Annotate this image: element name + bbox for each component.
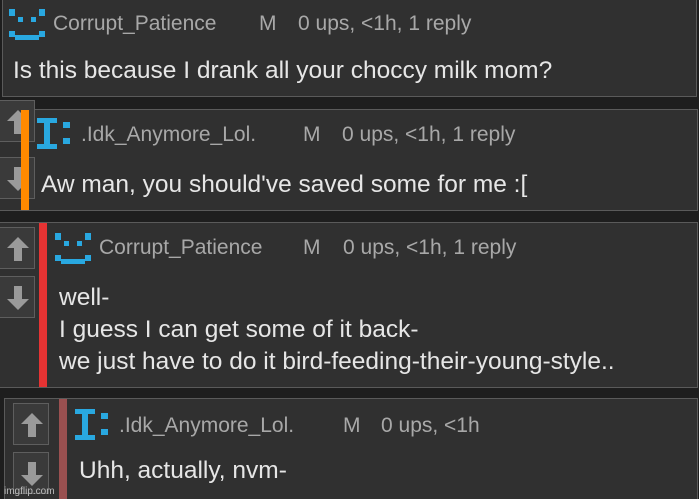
comment-line: I guess I can get some of it back- xyxy=(59,316,419,343)
comment-line: Is this because I drank all your choccy … xyxy=(13,57,553,84)
vote-controls xyxy=(13,399,49,499)
upvote-button[interactable] xyxy=(0,227,35,269)
i-colon-icon[interactable] xyxy=(37,118,73,158)
comment-thread: Corrupt_Patience M 0 ups, <1h, 1 reply I… xyxy=(0,0,699,499)
thread-bar xyxy=(59,399,67,499)
comment-text: Uhh, actually, nvm- xyxy=(79,455,287,487)
gender-badge: M xyxy=(343,414,361,437)
comment-line: Uhh, actually, nvm- xyxy=(79,457,287,484)
watermark: imgflip.com xyxy=(4,486,55,497)
comment-text: Aw man, you should've saved some for me … xyxy=(41,169,527,201)
comment-meta: 0 ups, <1h, 1 reply xyxy=(298,12,472,35)
comment-text: well- I guess I can get some of it back-… xyxy=(59,282,615,378)
comment: .Idk_Anymore_Lol. M 0 ups, <1h, 1 reply … xyxy=(0,100,698,211)
username-link[interactable]: Corrupt_Patience xyxy=(99,236,262,260)
comment-line: Aw man, you should've saved some for me … xyxy=(41,171,528,198)
comment: .Idk_Anymore_Lol. M 0 ups, <1h Uhh, actu… xyxy=(4,398,698,499)
username-link[interactable]: Corrupt_Patience xyxy=(53,12,216,36)
upvote-button[interactable] xyxy=(13,403,49,445)
comment-line: well- xyxy=(59,284,110,311)
downvote-button[interactable] xyxy=(0,276,35,318)
thread-bar xyxy=(21,110,29,210)
username-link[interactable]: .Idk_Anymore_Lol. xyxy=(81,123,256,147)
gender-badge: M xyxy=(303,236,321,259)
comment-meta: 0 ups, <1h, 1 reply xyxy=(342,123,516,146)
smiley-face-icon[interactable] xyxy=(9,7,45,47)
comment-line: we just have to do it bird-feeding-their… xyxy=(59,348,615,375)
upvote-button[interactable] xyxy=(0,100,35,142)
comment-text: Is this because I drank all your choccy … xyxy=(13,55,552,87)
downvote-button[interactable] xyxy=(0,157,35,199)
smiley-face-icon[interactable] xyxy=(55,231,91,271)
vote-controls xyxy=(0,223,35,387)
comment: Corrupt_Patience M 0 ups, <1h, 1 reply w… xyxy=(0,222,698,388)
comment-meta: 0 ups, <1h, 1 reply xyxy=(343,236,517,259)
i-colon-icon[interactable] xyxy=(75,409,111,449)
gender-badge: M xyxy=(259,12,277,35)
thread-bar xyxy=(39,223,47,387)
gender-badge: M xyxy=(303,123,321,146)
comment-meta: 0 ups, <1h xyxy=(381,414,480,437)
comment: Corrupt_Patience M 0 ups, <1h, 1 reply I… xyxy=(2,0,697,97)
vote-controls xyxy=(0,100,35,210)
username-link[interactable]: .Idk_Anymore_Lol. xyxy=(119,414,294,438)
